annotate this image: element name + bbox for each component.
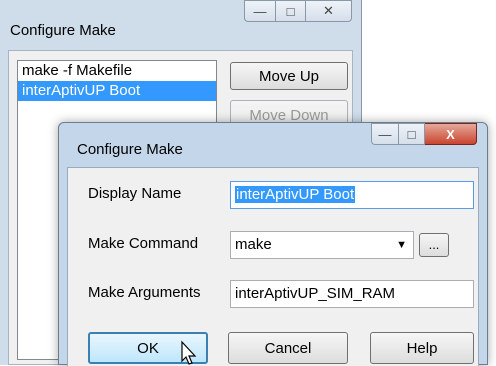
make-arguments-field[interactable]: interAptivUP_SIM_RAM: [230, 280, 474, 308]
make-arguments-value: interAptivUP_SIM_RAM: [235, 285, 396, 302]
make-arguments-label: Make Arguments: [88, 284, 201, 301]
minimize-button[interactable]: —: [371, 123, 399, 145]
display-name-field[interactable]: interAptivUP Boot: [230, 181, 474, 209]
display-name-value: interAptivUP Boot: [235, 186, 356, 203]
maximize-button[interactable]: □: [276, 0, 306, 22]
ok-label: OK: [137, 339, 159, 357]
make-command-combobox[interactable]: make ▼: [230, 231, 414, 259]
window-title: Configure Make: [10, 22, 116, 39]
list-item[interactable]: make -f Makefile: [18, 61, 216, 81]
caption-buttons: — □ ✕: [244, 0, 352, 22]
minimize-button[interactable]: —: [244, 0, 276, 22]
close-button[interactable]: ✕: [306, 0, 352, 22]
dropdown-arrow-icon[interactable]: ▼: [396, 232, 407, 258]
mouse-pointer-icon: [181, 340, 197, 365]
dialog-client-area: Display Name interAptivUP Boot Make Comm…: [67, 167, 479, 366]
make-command-label: Make Command: [88, 235, 199, 252]
browse-button[interactable]: ...: [419, 233, 449, 257]
dialog-title: Configure Make: [77, 141, 183, 158]
cancel-button[interactable]: Cancel: [228, 332, 348, 364]
configure-make-dialog: Configure Make — □ X Display Name interA…: [58, 122, 488, 366]
maximize-button[interactable]: □: [399, 123, 425, 145]
list-item-selected[interactable]: interAptivUP Boot: [18, 81, 216, 101]
dialog-caption-buttons: — □ X: [371, 123, 477, 145]
make-command-value: make: [235, 236, 272, 253]
help-button[interactable]: Help: [370, 332, 474, 364]
close-button[interactable]: X: [425, 123, 477, 145]
display-name-label: Display Name: [88, 185, 182, 202]
move-up-button[interactable]: Move Up: [230, 62, 348, 90]
